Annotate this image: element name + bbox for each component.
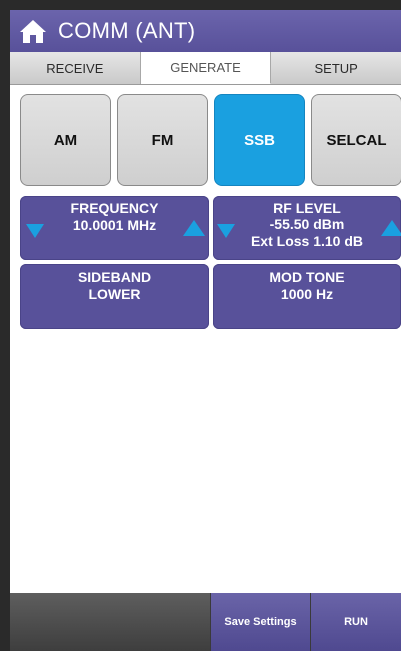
rf-level-title: RF LEVEL bbox=[273, 200, 341, 216]
mode-selcal-button[interactable]: SELCAL bbox=[311, 94, 401, 186]
app-window: COMM (ANT) RECEIVE GENERATE SETUP AM FM … bbox=[10, 10, 401, 651]
save-settings-button[interactable]: Save Settings bbox=[210, 593, 310, 651]
frequency-panel[interactable]: FREQUENCY 10.0001 MHz bbox=[20, 196, 209, 260]
tab-receive[interactable]: RECEIVE bbox=[10, 52, 141, 84]
title-bar: COMM (ANT) bbox=[10, 10, 401, 52]
frequency-decrease-arrow-icon[interactable] bbox=[26, 224, 44, 238]
sideband-panel[interactable]: SIDEBAND LOWER bbox=[20, 264, 209, 329]
frequency-title: FREQUENCY bbox=[70, 200, 159, 216]
bottom-bar: Save Settings RUN bbox=[10, 593, 401, 651]
sideband-title: SIDEBAND bbox=[77, 269, 152, 285]
mode-selector: AM FM SSB SELCAL bbox=[20, 94, 401, 186]
frequency-increase-arrow-icon[interactable] bbox=[183, 220, 205, 236]
rf-level-panel[interactable]: RF LEVEL -55.50 dBm Ext Loss 1.10 dB bbox=[213, 196, 401, 260]
mode-am-button[interactable]: AM bbox=[20, 94, 111, 186]
rf-level-decrease-arrow-icon[interactable] bbox=[217, 224, 235, 238]
tab-setup[interactable]: SETUP bbox=[271, 52, 401, 84]
mod-tone-title: MOD TONE bbox=[269, 269, 345, 285]
ext-loss-value: Ext Loss 1.10 dB bbox=[250, 233, 364, 249]
mode-fm-button[interactable]: FM bbox=[117, 94, 208, 186]
mod-tone-panel[interactable]: MOD TONE 1000 Hz bbox=[213, 264, 401, 329]
mode-ssb-button[interactable]: SSB bbox=[214, 94, 305, 186]
mod-tone-value: 1000 Hz bbox=[280, 286, 334, 302]
run-button[interactable]: RUN bbox=[310, 593, 401, 651]
home-icon bbox=[20, 20, 46, 43]
sideband-value: LOWER bbox=[88, 286, 141, 302]
bottom-bar-empty-area bbox=[10, 593, 210, 651]
home-button[interactable] bbox=[16, 14, 50, 48]
rf-level-increase-arrow-icon[interactable] bbox=[381, 220, 401, 236]
frequency-value: 10.0001 MHz bbox=[72, 217, 157, 233]
tab-generate[interactable]: GENERATE bbox=[140, 52, 272, 84]
rf-level-value: -55.50 dBm bbox=[269, 216, 345, 232]
page-title: COMM (ANT) bbox=[58, 18, 196, 43]
tab-bar: RECEIVE GENERATE SETUP bbox=[10, 52, 401, 85]
